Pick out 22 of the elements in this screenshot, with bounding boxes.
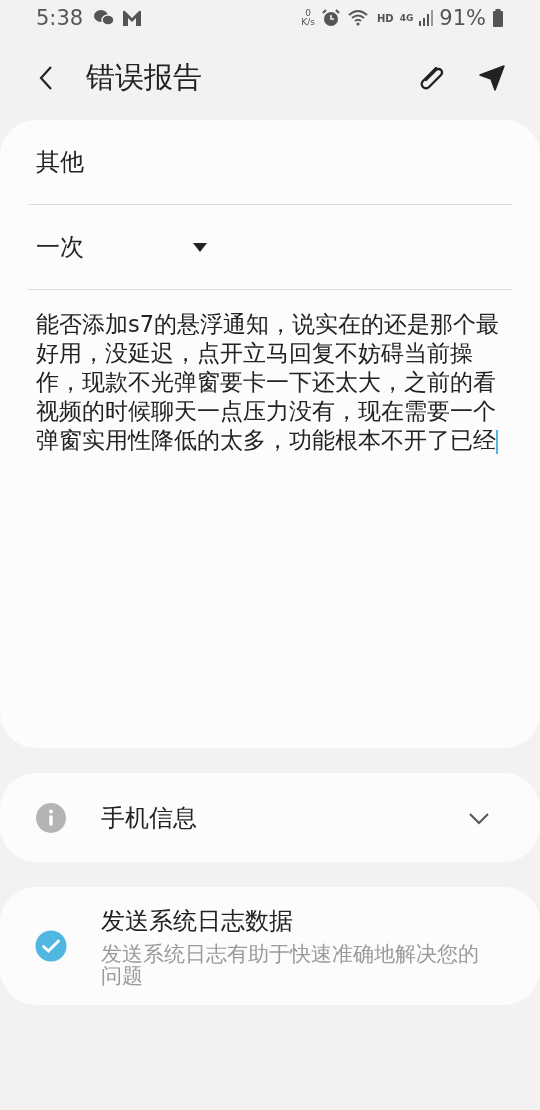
frequency-dropdown[interactable]: 一次: [28, 205, 218, 289]
description-field[interactable]: 能否添加s7的悬浮通知，说实在的还是那个最好用，没延迟，点开立马回复不妨碍当前操作，现款不光弹窗要卡一下还太大，之前的看视频的时候聊天一点压力没有，现在需要一个弹窗实用性降低的太多，功能根本不开了已经: [28, 290, 512, 475]
signal-icon: [419, 9, 434, 27]
hd-label: HD: [377, 12, 394, 24]
network-speed: 0 K/s: [301, 9, 315, 27]
mail-app-icon: [121, 9, 144, 27]
caret-icon: [192, 242, 208, 252]
battery-icon: [492, 8, 504, 28]
chat-app-icon: [93, 9, 116, 27]
info-icon: [35, 801, 67, 834]
logs-description: 发送系统日志有助于快速准确地解决您的问题: [101, 943, 480, 987]
alarm-icon: [321, 8, 341, 28]
text-cursor: [496, 429, 498, 454]
status-time: 5:38: [36, 6, 84, 30]
phone-info-row[interactable]: 手机信息: [0, 773, 540, 862]
battery-percent: 91%: [439, 6, 486, 30]
screen-title: 错误报告: [86, 59, 202, 96]
category-field[interactable]: 其他: [28, 120, 512, 204]
logs-title: 发送系统日志数据: [101, 906, 294, 937]
checkbox[interactable]: [35, 930, 67, 962]
network-type: 4G: [399, 13, 414, 23]
chevron-icon: [468, 810, 490, 825]
